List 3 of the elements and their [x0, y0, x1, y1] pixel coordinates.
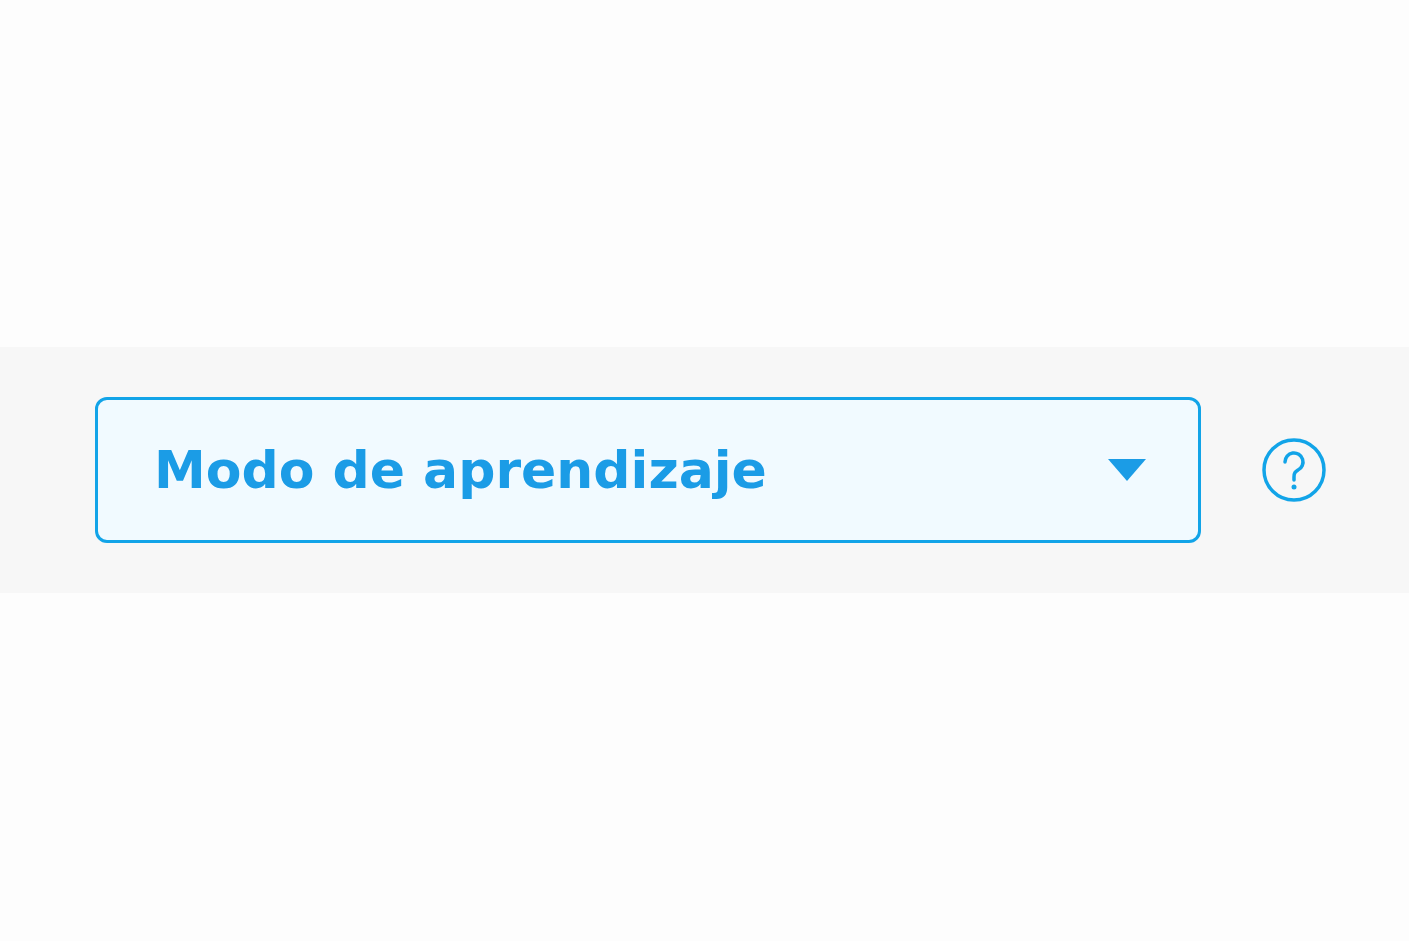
- mode-dropdown[interactable]: Modo de aprendizaje: [95, 397, 1201, 543]
- caret-icon: [1108, 459, 1146, 481]
- help-icon[interactable]: [1261, 437, 1327, 503]
